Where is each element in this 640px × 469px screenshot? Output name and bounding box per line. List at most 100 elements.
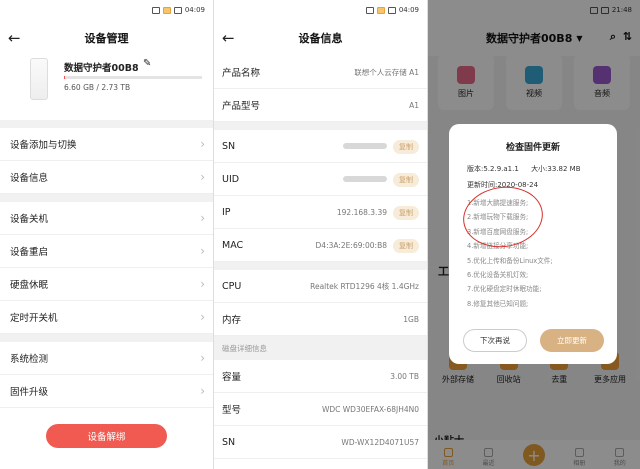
menu-row-disk-sleep[interactable]: 硬盘休眠 › bbox=[0, 268, 213, 301]
info-label: UID bbox=[222, 173, 240, 185]
chevron-right-icon: › bbox=[200, 137, 205, 151]
info-row-ip: IP 192.168.3.39 复制 bbox=[214, 196, 427, 229]
status-bar: 04:09 bbox=[0, 0, 213, 20]
header: ← 设备信息 bbox=[214, 20, 427, 56]
chevron-right-icon: › bbox=[200, 310, 205, 324]
copy-button[interactable]: 复制 bbox=[393, 173, 419, 187]
storage-bar-fill bbox=[64, 76, 65, 79]
copy-button[interactable]: 复制 bbox=[393, 239, 419, 253]
info-row-uid: UID 复制 bbox=[214, 163, 427, 196]
info-row-memory: 内存 1GB bbox=[214, 303, 427, 336]
menu-row-device-info[interactable]: 设备信息 › bbox=[0, 161, 213, 194]
size-text: 大小:33.82 MB bbox=[531, 165, 581, 173]
note-item: 6.优化设备关机灯效; bbox=[467, 271, 529, 280]
info-label: 产品型号 bbox=[222, 101, 261, 112]
info-value: 192.168.3.39 bbox=[336, 207, 387, 217]
device-management-screen: 04:09 ← 设备管理 数据守护者00B8 ✎ 6.60 GB / 2.73 … bbox=[0, 0, 213, 469]
info-value: WDC WD30EFAX-68JH4N0 bbox=[321, 404, 419, 414]
notification-icon bbox=[162, 6, 171, 14]
menu-row-scheduled-power[interactable]: 定时开关机 › bbox=[0, 301, 213, 334]
nas-device-image bbox=[30, 58, 48, 100]
section-gap bbox=[0, 120, 213, 128]
header: ← 设备管理 bbox=[0, 20, 213, 56]
section-gap bbox=[214, 122, 427, 130]
redacted-value bbox=[343, 175, 387, 184]
info-value: 联想个人云存储 A1 bbox=[354, 67, 419, 77]
signal-icon bbox=[151, 6, 160, 14]
info-value: 1GB bbox=[403, 314, 419, 324]
info-label: MAC bbox=[222, 239, 244, 251]
chevron-right-icon: › bbox=[200, 244, 205, 258]
device-card: 数据守护者00B8 ✎ 6.60 GB / 2.73 TB bbox=[0, 56, 213, 120]
info-value: 3.00 TB bbox=[390, 371, 419, 381]
menu-row-system-check[interactable]: 系统检测 › bbox=[0, 342, 213, 375]
notification-icon bbox=[376, 6, 385, 14]
back-arrow-icon[interactable]: ← bbox=[222, 29, 235, 47]
redacted-value bbox=[343, 142, 387, 151]
version-text: 版本:5.2.9.a1.1 bbox=[467, 165, 519, 173]
page-title: 设备管理 bbox=[84, 32, 129, 45]
section-gap bbox=[0, 194, 213, 202]
copy-button[interactable]: 复制 bbox=[393, 140, 419, 154]
info-label: 容量 bbox=[222, 372, 242, 383]
storage-bar bbox=[64, 76, 202, 79]
device-name: 数据守护者00B8 bbox=[64, 63, 139, 74]
disk-section-header: 磁盘详细信息 bbox=[214, 336, 427, 360]
info-row-sn: SN 复制 bbox=[214, 130, 427, 163]
status-time: 04:09 bbox=[184, 6, 205, 14]
info-label: IP bbox=[222, 206, 231, 218]
battery-icon bbox=[173, 6, 182, 14]
dialog-title: 检查固件更新 bbox=[505, 143, 560, 153]
row-label: 定时开关机 bbox=[10, 313, 58, 324]
later-button[interactable]: 下次再说 bbox=[463, 329, 527, 352]
info-row-product-name: 产品名称 联想个人云存储 A1 bbox=[214, 56, 427, 89]
menu-row-restart[interactable]: 设备重启 › bbox=[0, 235, 213, 268]
info-label: 内存 bbox=[222, 315, 242, 326]
status-bar: 04:09 bbox=[214, 0, 427, 20]
status-time: 04:09 bbox=[398, 6, 419, 14]
row-label: 设备重启 bbox=[10, 247, 49, 258]
info-value: A1 bbox=[409, 100, 419, 110]
info-label: SN bbox=[222, 140, 236, 152]
info-label: SN bbox=[222, 436, 236, 448]
chevron-right-icon: › bbox=[200, 351, 205, 365]
storage-text: 6.60 GB / 2.73 TB bbox=[64, 83, 131, 92]
info-row-cpu: CPU Realtek RTD1296 4核 1.4GHz bbox=[214, 270, 427, 303]
signal-icon bbox=[365, 6, 374, 14]
info-row-disk-sn: SN WD-WX12D4071U57 bbox=[214, 426, 427, 459]
battery-icon bbox=[387, 6, 396, 14]
chevron-right-icon: › bbox=[200, 211, 205, 225]
note-item: 8.修复其他已知问题; bbox=[467, 299, 529, 308]
info-label: CPU bbox=[222, 280, 242, 292]
version-info: 版本:5.2.9.a1.1 大小:33.82 MB bbox=[467, 164, 581, 174]
row-label: 硬盘休眠 bbox=[10, 280, 49, 291]
info-row-capacity: 容量 3.00 TB bbox=[214, 360, 427, 393]
row-label: 设备添加与切换 bbox=[10, 140, 77, 151]
info-value: D4:3A:2E:69:00:B8 bbox=[315, 240, 387, 250]
row-label: 系统检测 bbox=[10, 354, 49, 365]
row-label: 设备关机 bbox=[10, 214, 49, 225]
info-row-product-model: 产品型号 A1 bbox=[214, 89, 427, 122]
row-label: 固件升级 bbox=[10, 387, 49, 398]
menu-row-device-switch[interactable]: 设备添加与切换 › bbox=[0, 128, 213, 161]
chevron-right-icon: › bbox=[200, 170, 205, 184]
edit-icon[interactable]: ✎ bbox=[143, 58, 151, 69]
info-label: 型号 bbox=[222, 405, 242, 416]
info-row-disk-model: 型号 WDC WD30EFAX-68JH4N0 bbox=[214, 393, 427, 426]
back-arrow-icon[interactable]: ← bbox=[8, 29, 21, 47]
unbind-device-button[interactable]: 设备解绑 bbox=[46, 424, 167, 448]
info-label: 产品名称 bbox=[222, 68, 261, 79]
note-item: 7.优化硬盘定时休眠功能; bbox=[467, 285, 542, 294]
section-gap bbox=[0, 334, 213, 342]
copy-button[interactable]: 复制 bbox=[393, 206, 419, 220]
chevron-right-icon: › bbox=[200, 384, 205, 398]
info-value: Realtek RTD1296 4核 1.4GHz bbox=[310, 281, 419, 291]
device-info-screen: 04:09 ← 设备信息 产品名称 联想个人云存储 A1 产品型号 A1 SN … bbox=[214, 0, 427, 469]
info-row-mac: MAC D4:3A:2E:69:00:B8 复制 bbox=[214, 229, 427, 262]
menu-row-shutdown[interactable]: 设备关机 › bbox=[0, 202, 213, 235]
note-item: 5.优化上传和备份Linux文件; bbox=[467, 256, 553, 265]
section-gap bbox=[214, 262, 427, 270]
menu-row-firmware-upgrade[interactable]: 固件升级 › bbox=[0, 375, 213, 408]
update-now-button[interactable]: 立即更新 bbox=[540, 329, 604, 352]
firmware-update-dialog: 检查固件更新 版本:5.2.9.a1.1 大小:33.82 MB 更新时间:20… bbox=[449, 124, 617, 364]
